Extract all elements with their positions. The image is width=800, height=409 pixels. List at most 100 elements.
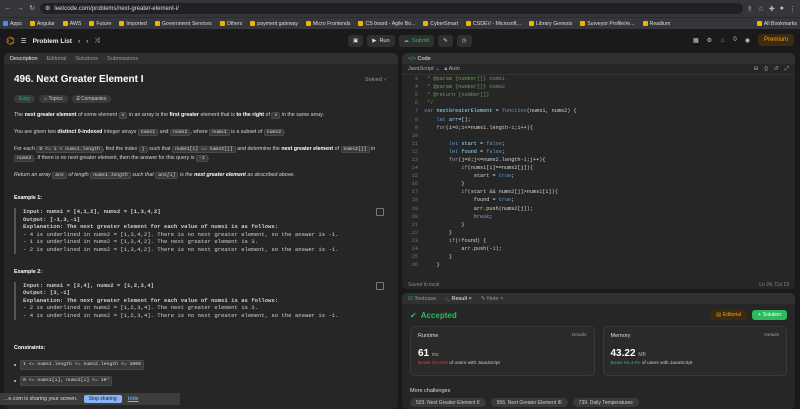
code-line: 20 break; — [402, 213, 795, 221]
bookmark-item[interactable]: Readium — [642, 21, 670, 27]
reload-icon[interactable]: ↻ — [28, 5, 36, 13]
url-text: leetcode.com/problems/next-greater-eleme… — [54, 5, 179, 12]
tab-solutions[interactable]: Solutions — [75, 56, 98, 62]
bookmark-item[interactable]: CS board - Agile Bo... — [358, 21, 415, 27]
bookmark-item[interactable]: Future — [89, 21, 111, 27]
forward-icon[interactable]: → — [16, 5, 24, 13]
problem-list-link[interactable]: Problem List — [33, 38, 72, 45]
topics-tag[interactable]: ⌂ Topics — [39, 95, 68, 103]
braces-icon[interactable]: {} — [764, 66, 768, 73]
runtime-details[interactable]: Details — [572, 333, 587, 338]
code-line: 6 */ — [402, 99, 795, 107]
bookmarks-bar: Apps Angular AWS Future Imported Government S… — [0, 17, 800, 29]
bookmark-item[interactable]: Library Genesis — [528, 21, 572, 27]
leetcode-logo[interactable]: ⌬ — [6, 36, 15, 47]
bookmark-item[interactable]: CyberSmart — [423, 21, 458, 27]
prev-icon[interactable]: ‹ — [78, 38, 80, 45]
fullscreen-icon[interactable]: ⤢ — [785, 66, 789, 73]
problem-title: 496. Next Greater Element I — [14, 74, 144, 85]
coins-count: 0 — [733, 37, 737, 43]
line-number: 20 — [411, 213, 418, 220]
site-info-icon[interactable]: ⚙ — [45, 5, 50, 12]
profile-icon[interactable]: ● — [780, 5, 784, 13]
notes-button[interactable]: ✎ — [438, 35, 453, 47]
shuffle-icon[interactable]: ⤨ — [94, 37, 99, 45]
editorial-button[interactable]: ▤ Editorial — [710, 310, 747, 320]
code-line: 10 — [402, 132, 795, 140]
tab-submissions[interactable]: Submissions — [107, 56, 138, 62]
bookmark-item[interactable]: Others — [219, 20, 243, 27]
bookmark-item[interactable]: payment gateway — [250, 21, 298, 27]
bookmark-label: payment gateway — [257, 20, 298, 27]
line-number: 18 — [411, 197, 418, 204]
premium-button[interactable]: Premium — [757, 34, 794, 46]
language-select[interactable]: JavaScript — [408, 66, 434, 72]
code-editor[interactable]: 3 * @param {number[]} nums1 4 * @param {n… — [402, 75, 795, 270]
tab-note[interactable]: ✎ Note × — [481, 296, 504, 302]
list-icon[interactable]: ☰ — [21, 37, 27, 45]
companies-tag[interactable]: ⌸ Companies — [71, 95, 112, 103]
all-bookmarks[interactable]: All Bookmarks — [756, 21, 797, 27]
timer-button[interactable]: ◷ — [456, 35, 472, 47]
bookmark-item[interactable]: Government Services — [154, 21, 212, 27]
code-line: 5 * @return {number[]} — [402, 91, 795, 99]
bookmark-icon[interactable]: ⊟ — [754, 66, 759, 73]
fire-icon[interactable]: ♨ — [720, 37, 725, 44]
line-number: 21 — [411, 221, 418, 228]
code-line: 24 arr. push (- 1); — [402, 245, 795, 253]
address-bar[interactable]: ⚙ leetcode.com/problems/next-greater-ele… — [40, 3, 743, 14]
star-icon[interactable]: ☆ — [758, 5, 764, 13]
bookmark-item[interactable]: Surveyor Profile/re... — [580, 21, 635, 27]
bookmark-label: Others — [226, 20, 243, 27]
bookmark-item[interactable]: Angular — [29, 21, 55, 27]
code-line: 16 } — [402, 180, 795, 188]
avatar[interactable]: ◉ — [745, 37, 750, 44]
share-icon[interactable]: ⇪ — [747, 5, 753, 13]
code-line: 17 if (start && nums2[j]>nums1[i]){ — [402, 188, 795, 196]
cursor-position: Ln 24, Col 19 — [759, 281, 789, 288]
code-tab[interactable]: </> Code — [408, 56, 431, 62]
bookmark-item[interactable]: CSDEV - Microsoft... — [466, 21, 521, 27]
line-number: 6 — [414, 100, 418, 107]
example-line: - 4 is underlined in nums2 = [1,2,3,4]. … — [23, 311, 339, 319]
tab-description[interactable]: Description — [10, 56, 38, 62]
memory-card[interactable]: Memory Details 43.22 MB Beats 84.44% of … — [602, 326, 787, 376]
hide-link[interactable]: Hide — [128, 396, 139, 402]
bookmark-item[interactable]: Apps — [3, 21, 22, 27]
menu-icon[interactable]: ⋮ — [789, 5, 796, 13]
solution-button[interactable]: + Solution — [752, 310, 787, 320]
difficulty-badge[interactable]: Easy — [14, 95, 36, 103]
challenge-chip[interactable]: 739. Daily Temperatures — [572, 398, 639, 407]
challenge-chip[interactable]: 556. Next Greater Element III — [490, 398, 568, 407]
code-line: 25 } — [402, 253, 795, 261]
stop-sharing-button[interactable]: Stop sharing — [83, 395, 122, 403]
memory-details[interactable]: Details — [764, 333, 779, 338]
back-icon[interactable]: ← — [4, 5, 12, 13]
tab-testcase[interactable]: ☑ Testcase — [408, 296, 436, 302]
next-icon[interactable]: › — [86, 38, 88, 45]
bookmark-item[interactable]: AWS — [62, 21, 81, 27]
extension-icon[interactable]: ✚ — [769, 5, 775, 13]
bookmark-label: CyberSmart — [430, 20, 459, 27]
settings-icon[interactable]: ⚙ — [707, 37, 712, 44]
reset-icon[interactable]: ↺ — [774, 66, 779, 73]
code-line: 7 var nextGreaterElement = function (nums1… — [402, 107, 795, 115]
bookmark-item[interactable]: Micro Frontends — [305, 21, 350, 27]
copy-icon[interactable] — [376, 208, 384, 216]
tab-editorial[interactable]: Editorial — [47, 56, 67, 62]
runtime-card[interactable]: Runtime Details 61 ms Beats 43.41% of us… — [410, 326, 595, 376]
copy-icon[interactable] — [376, 281, 384, 290]
bookmark-item[interactable]: Imported — [119, 21, 147, 27]
line-number: 9 — [414, 124, 418, 131]
line-number: 26 — [411, 262, 418, 269]
share-text: ...e.com is sharing your screen. — [4, 396, 78, 402]
submit-button[interactable]: ☁ Submit — [398, 35, 435, 47]
tab-result[interactable]: ›_ Result × — [445, 296, 472, 302]
challenge-chip[interactable]: 503. Next Greater Element II — [410, 398, 486, 407]
run-button[interactable]: ▶ Run — [367, 35, 395, 47]
layout-icon[interactable]: ▦ — [693, 37, 699, 44]
folder-icon — [466, 21, 472, 26]
memory-beats: Beats 84.44% of users with JavaScript — [610, 361, 693, 366]
debug-button[interactable]: ▣ — [348, 35, 364, 47]
lock-icon: 🔒︎ — [444, 65, 448, 72]
